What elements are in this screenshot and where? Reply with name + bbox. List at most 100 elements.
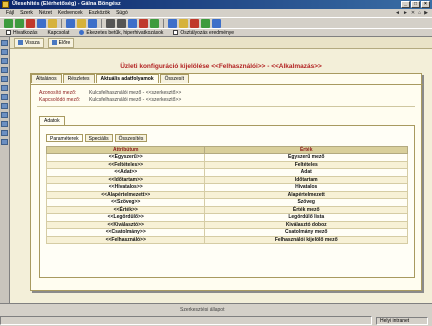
home-icon[interactable] [48,18,57,28]
table-row[interactable]: <<Csatolmány>> Csatolmány mező [45,228,408,237]
main-toolbar [0,17,432,28]
menu-right-tools: ◄ ► ✕ ⌂ ▶ [395,10,428,16]
mail-icon[interactable] [106,18,115,28]
info-key: Azonosító mező: [39,89,77,96]
sidebar-icon[interactable] [1,49,8,55]
sidebar-icon[interactable] [1,94,8,100]
layout-icon[interactable] [212,18,221,28]
table-cell: Érték mező [204,205,408,214]
home-icon[interactable]: ⌂ [418,10,421,16]
maximize-button[interactable]: □ [411,1,420,8]
status-pane [0,316,372,325]
table-cell: Csatolmány mező [204,228,408,237]
back-icon[interactable] [4,18,13,28]
link-item[interactable]: Osztályozás eredménye [173,30,234,36]
tab-general[interactable]: Általános [31,74,62,83]
sidebar-icon[interactable] [1,103,8,109]
grid-icon[interactable] [201,18,210,28]
divider [37,106,415,107]
security-zone: Helyi intranet [376,317,428,325]
back-button[interactable]: Vissza [14,37,44,48]
table-row[interactable]: <<Kiválasztó>> Kiválasztó doboz [45,220,408,229]
tab-details[interactable]: Részletes [62,74,95,83]
favorites-icon[interactable] [77,18,86,28]
sidebar-icon[interactable] [1,58,8,64]
sidebar-icon[interactable] [1,67,8,73]
table-row[interactable]: <<Alapértelmezett>> Alapértelmezett [45,190,408,199]
table-cell: Kiválasztó doboz [204,220,408,229]
table-cell: <<Felhasználó>> [45,235,206,244]
table-row[interactable]: <<Időtartam>> Időtartam [45,175,408,184]
info-row: Kapcsolódó mező: Kulcsfelhasználói mező … [39,96,199,103]
menu-tools[interactable]: Eszközök [89,10,110,16]
forward-icon [51,40,57,45]
minimize-button[interactable]: _ [401,1,410,8]
link-item[interactable]: Hivatkozás [6,30,37,36]
sidebar-icon[interactable] [1,130,8,136]
page-footer-text: Szerkesztési állapot [180,307,225,313]
table-cell: <<Érték>> [45,205,206,214]
table-row[interactable]: <<Szöveg>> Szöveg [45,198,408,207]
subtab-special[interactable]: Speciális [84,134,113,142]
sidebar-icon[interactable] [1,40,8,46]
tab-summary[interactable]: Összesít [159,74,190,83]
table-row[interactable]: <<Legördülő>> Legördülő lista [45,213,408,222]
forward-arrow-icon[interactable]: ► [403,10,408,16]
column-header[interactable]: Attribútum [45,146,206,154]
tab-data-flows[interactable]: Aktuális adatfolyamok [95,74,159,83]
menu-edit[interactable]: Szerk [20,10,33,16]
info-block: Azonosító mező: Kulcsfelhasználói mező -… [39,89,199,103]
table-row[interactable]: <<Adat>> Adat [45,168,408,177]
subtabs: Paraméterek Speciális Összesítés [46,134,148,142]
stop-icon[interactable] [26,18,35,28]
tab-data[interactable]: Adatok [39,116,65,125]
table-cell: <<Egyszerű>> [45,153,206,162]
link-item[interactable]: Kapcsolat [47,30,69,36]
table-header-row: Attribútum Érték [45,146,408,154]
close-button[interactable]: × [421,1,430,8]
edit-icon[interactable] [128,18,137,28]
table-cell: Legördülő lista [204,213,408,222]
table-row[interactable]: <<Érték>> Érték mező [45,205,408,214]
sidebar-icon[interactable] [1,76,8,82]
forward-icon[interactable] [15,18,24,28]
forward-button[interactable]: Előre [47,37,75,48]
menu-file[interactable]: Fájl [6,10,14,16]
go-icon[interactable]: ▶ [424,10,428,16]
link-item[interactable]: Ékezetes betűk, hiperhivatkozások [79,30,163,36]
link-label: Osztályozás eredménye [180,29,235,36]
flag-icon[interactable] [190,18,199,28]
messenger-icon[interactable] [150,18,159,28]
subtab-parameters[interactable]: Paraméterek [46,134,83,142]
menu-view[interactable]: Nézet [39,10,52,16]
checkbox-icon [6,30,11,35]
toolbar-separator [101,18,102,28]
sidebar-icon[interactable] [1,85,8,91]
window-controls: _ □ × [401,1,430,8]
table-row[interactable]: <<Egyszerű>> Egyszerű mező [45,153,408,162]
table-row[interactable]: <<Feltételes>> Feltételes [45,160,408,169]
table-row[interactable]: <<Felhasználó>> Felhasználói kijelölő mez… [45,235,408,244]
print-icon[interactable] [117,18,126,28]
table-cell: Hivatalos [204,183,408,192]
table-cell: <<Hivatalos>> [45,183,206,192]
table-row[interactable]: <<Hivatalos>> Hivatalos [45,183,408,192]
column-header[interactable]: Érték [204,146,408,154]
refresh-icon[interactable] [37,18,46,28]
discuss-icon[interactable] [139,18,148,28]
forward-label: Előre [58,39,71,46]
panel-tabs: Általános Részletes Aktuális adatfolyamo… [31,74,190,84]
menu-favorites[interactable]: Kedvencek [58,10,83,16]
folder-icon[interactable] [179,18,188,28]
back-arrow-icon[interactable]: ◄ [395,10,400,16]
sidebar-icon[interactable] [1,112,8,118]
window-icon[interactable] [168,18,177,28]
attribute-table: Attribútum Érték <<Egyszerű>> Egyszerű me… [45,146,408,244]
sidebar-icon[interactable] [1,139,8,145]
menu-help[interactable]: Súgó [116,10,128,16]
stop-icon[interactable]: ✕ [411,10,415,16]
search-icon[interactable] [66,18,75,28]
history-icon[interactable] [88,18,97,28]
subtab-summary[interactable]: Összesítés [114,134,148,142]
sidebar-icon[interactable] [1,121,8,127]
